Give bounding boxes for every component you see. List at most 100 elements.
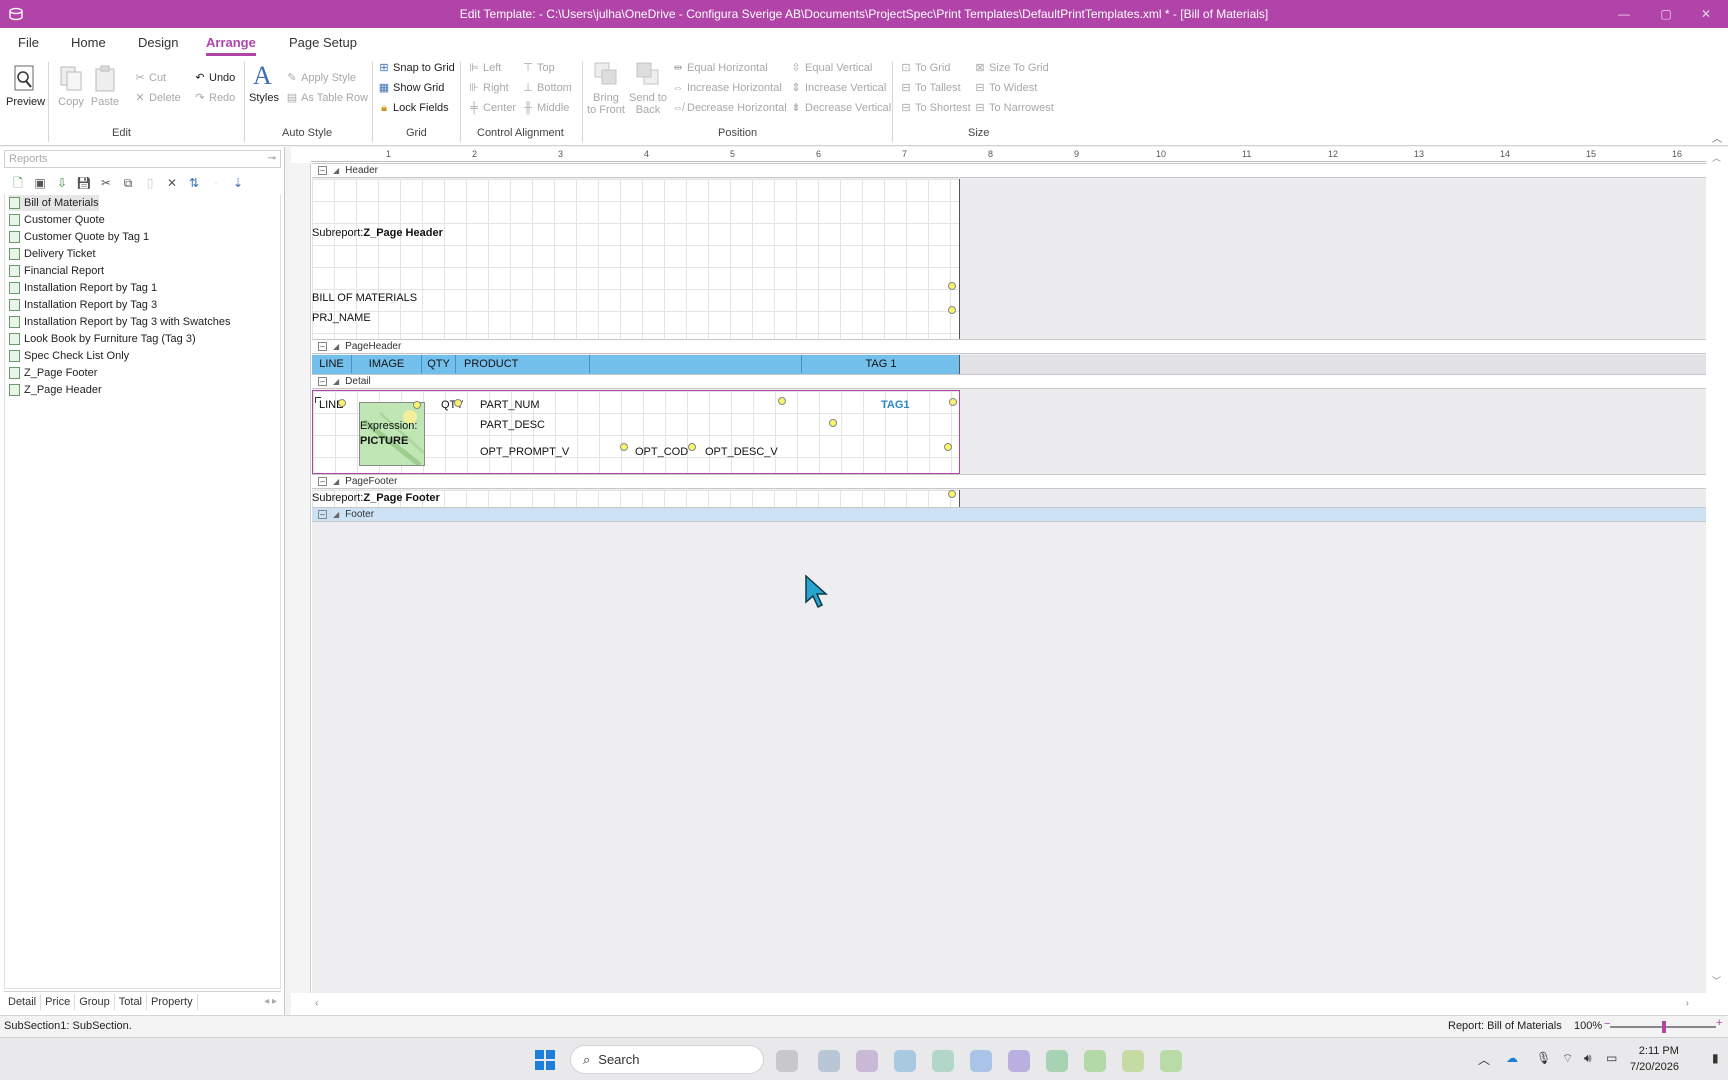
- subreport-page-footer[interactable]: Subreport:Z_Page Footer: [312, 492, 440, 504]
- paste-report-icon[interactable]: ▯: [142, 175, 158, 191]
- tab-property[interactable]: Property: [147, 993, 198, 1010]
- tab-page-setup[interactable]: Page Setup: [289, 35, 357, 50]
- align-middle-button[interactable]: ╫ Middle: [522, 102, 569, 114]
- decrease-horizontal-button[interactable]: ⇎ Decrease Horizontal: [672, 102, 787, 114]
- bring-to-front-button[interactable]: Bring to Front: [586, 60, 626, 116]
- column-header-empty[interactable]: [590, 355, 802, 373]
- zoom-slider-thumb[interactable]: [1662, 1021, 1666, 1033]
- new-report-icon[interactable]: 🗋: [10, 175, 26, 191]
- pagefooter-band-body[interactable]: Subreport:Z_Page Footer: [312, 490, 960, 507]
- zoom-in-icon[interactable]: +: [1716, 1017, 1722, 1029]
- taskbar-search-input[interactable]: ⌕ Search: [570, 1045, 764, 1074]
- align-left-button[interactable]: ⊫ Left: [468, 62, 501, 74]
- pin-icon[interactable]: ⊸: [268, 153, 276, 164]
- to-widest-button[interactable]: ⊟ To Widest: [974, 82, 1037, 94]
- collapse-toggle-icon[interactable]: –: [318, 166, 327, 175]
- send-to-back-button[interactable]: Send to Back: [628, 60, 668, 116]
- taskbar-app-icon[interactable]: [776, 1050, 798, 1072]
- column-header-line[interactable]: LINE: [312, 355, 352, 373]
- sort-icon[interactable]: ⇅: [186, 175, 202, 191]
- taskbar-app-icon[interactable]: [818, 1050, 840, 1072]
- move-down-icon[interactable]: ⇣: [230, 175, 246, 191]
- to-tallest-button[interactable]: ⊟ To Tallest: [900, 82, 960, 94]
- list-item[interactable]: Financial Report: [9, 263, 104, 279]
- notification-icon[interactable]: ▮: [1712, 1051, 1719, 1065]
- collapse-ribbon-icon[interactable]: ︿: [1712, 130, 1722, 145]
- as-table-row-button[interactable]: ▤ As Table Row: [286, 92, 368, 104]
- styles-button[interactable]: A Styles: [248, 60, 280, 104]
- column-header-qty[interactable]: QTY: [422, 355, 456, 373]
- copy-button[interactable]: Copy: [54, 64, 88, 108]
- equal-vertical-button[interactable]: ⇳ Equal Vertical: [790, 62, 872, 74]
- list-item[interactable]: Customer Quote: [9, 212, 105, 228]
- part-num-field[interactable]: PART_NUM: [480, 399, 540, 411]
- list-item[interactable]: Delivery Ticket: [9, 246, 96, 262]
- column-header-product[interactable]: PRODUCT: [456, 355, 590, 373]
- zoom-out-icon[interactable]: −: [1604, 1018, 1610, 1030]
- equal-horizontal-button[interactable]: ⇹ Equal Horizontal: [672, 62, 767, 74]
- band-header-detail[interactable]: – ◢ Detail: [312, 374, 1706, 389]
- tag1-field[interactable]: TAG1: [881, 399, 910, 411]
- align-right-button[interactable]: ⊪ Right: [468, 82, 508, 94]
- cut-button[interactable]: ✂ Cut: [134, 72, 166, 84]
- tab-file[interactable]: File: [18, 35, 39, 50]
- preview-button[interactable]: Preview: [6, 64, 45, 108]
- align-top-button[interactable]: ⊤ Top: [522, 62, 555, 74]
- pageheader-band-body[interactable]: LINE IMAGE QTY PRODUCT TAG 1: [312, 355, 960, 374]
- list-item[interactable]: Look Book by Furniture Tag (Tag 3): [9, 331, 196, 347]
- list-item[interactable]: Spec Check List Only: [9, 348, 129, 364]
- taskbar-app-icon[interactable]: [1046, 1050, 1068, 1072]
- increase-vertical-button[interactable]: ⇕ Increase Vertical: [790, 82, 886, 94]
- band-header-pageheader[interactable]: – ◢ PageHeader: [312, 339, 1706, 354]
- vertical-scrollbar[interactable]: ︿ ﹀: [1712, 147, 1726, 993]
- battery-icon[interactable]: ▭: [1606, 1051, 1617, 1065]
- cut-icon[interactable]: ✂: [98, 175, 114, 191]
- new-subreport-icon[interactable]: ▣: [32, 175, 48, 191]
- taskbar-app-icon[interactable]: [1160, 1050, 1182, 1072]
- project-name-field[interactable]: PRJ_NAME: [312, 312, 371, 324]
- copy-report-icon[interactable]: ⧉: [120, 175, 136, 191]
- taskbar-app-icon[interactable]: [1122, 1050, 1144, 1072]
- close-icon[interactable]: ✕: [1696, 4, 1716, 24]
- band-header-header[interactable]: – ◢ Header: [312, 163, 1706, 178]
- report-title-field[interactable]: BILL OF MATERIALS: [312, 292, 417, 304]
- align-center-button[interactable]: ╪ Center: [468, 102, 516, 114]
- collapse-toggle-icon[interactable]: –: [318, 510, 327, 519]
- report-design-surface[interactable]: – ◢ Header Subreport:Z_Page Header BILL …: [312, 163, 1706, 993]
- wifi-icon[interactable]: ⌔: [1562, 1051, 1573, 1066]
- list-item[interactable]: Z_Page Footer: [9, 365, 97, 381]
- taskbar-app-icon[interactable]: [1008, 1050, 1030, 1072]
- increase-horizontal-button[interactable]: ⇔ Increase Horizontal: [672, 82, 782, 94]
- tab-total[interactable]: Total: [115, 993, 148, 1010]
- opt-prompt-field[interactable]: OPT_PROMPT_V: [480, 446, 569, 458]
- tab-design[interactable]: Design: [138, 35, 178, 50]
- opt-desc-field[interactable]: OPT_DESC_V: [705, 446, 778, 458]
- to-grid-button[interactable]: ⊡ To Grid: [900, 62, 950, 74]
- collapse-toggle-icon[interactable]: –: [318, 477, 327, 486]
- chevron-up-icon[interactable]: ︿: [1478, 1051, 1490, 1068]
- header-band-body[interactable]: Subreport:Z_Page Header BILL OF MATERIAL…: [312, 179, 960, 339]
- part-desc-field[interactable]: PART_DESC: [480, 419, 545, 431]
- detail-band-body[interactable]: LINE Expression: PICTURE QTY PART_NUM PA…: [312, 390, 960, 474]
- picture-expression-field[interactable]: Expression: PICTURE: [359, 402, 425, 466]
- list-item[interactable]: Z_Page Header: [9, 382, 102, 398]
- redo-button[interactable]: ↷ Redo: [194, 92, 235, 104]
- taskbar-app-icon[interactable]: [1084, 1050, 1106, 1072]
- save-icon[interactable]: 💾︎: [76, 175, 92, 191]
- list-item[interactable]: Bill of Materials: [9, 195, 99, 211]
- cloud-icon[interactable]: ☁: [1506, 1051, 1518, 1065]
- apply-style-button[interactable]: ✎ Apply Style: [286, 72, 356, 84]
- band-header-footer[interactable]: – ◢ Footer: [312, 507, 1706, 522]
- delete-button[interactable]: ✕ Delete: [134, 92, 180, 104]
- microphone-icon[interactable]: 🎙︎: [1536, 1051, 1551, 1065]
- list-item[interactable]: Installation Report by Tag 3: [9, 297, 157, 313]
- taskbar-app-icon[interactable]: [856, 1050, 878, 1072]
- tab-price[interactable]: Price: [41, 993, 76, 1010]
- subreport-page-header[interactable]: Subreport:Z_Page Header: [312, 227, 443, 239]
- align-bottom-button[interactable]: ⊥ Bottom: [522, 82, 572, 94]
- taskbar-app-icon[interactable]: [932, 1050, 954, 1072]
- tab-group[interactable]: Group: [75, 993, 115, 1010]
- maximize-icon[interactable]: ▢: [1656, 4, 1676, 24]
- to-shortest-button[interactable]: ⊟ To Shortest: [900, 102, 970, 114]
- tab-detail[interactable]: Detail: [4, 993, 42, 1010]
